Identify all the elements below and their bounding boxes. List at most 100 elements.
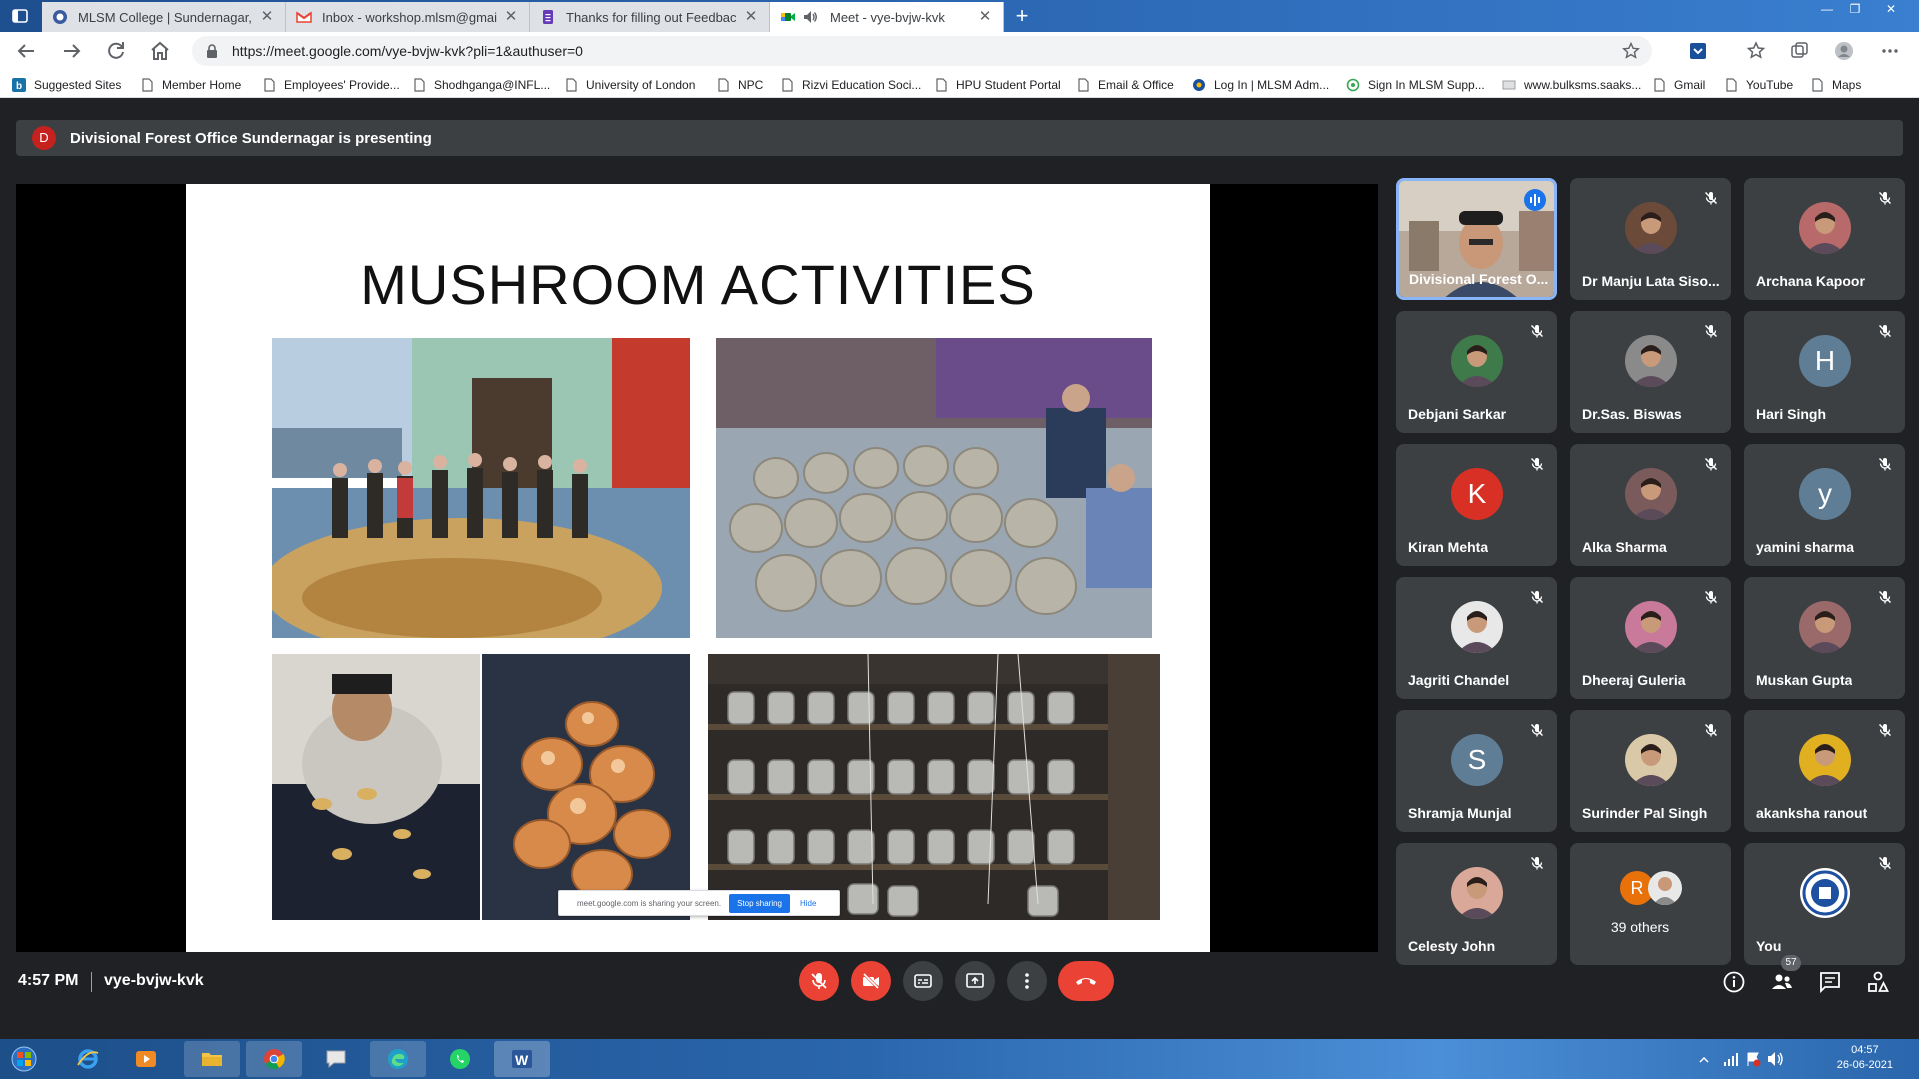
- bookmark-item[interactable]: Rizvi Education Soci...: [780, 76, 921, 94]
- page-icon: [1654, 78, 1665, 92]
- close-tab-icon[interactable]: ✕: [743, 9, 759, 25]
- chat-icon[interactable]: [1818, 970, 1842, 994]
- bookmark-item[interactable]: Sign In MLSM Supp...: [1346, 76, 1485, 94]
- bookmark-item[interactable]: Gmail: [1652, 76, 1705, 94]
- bookmark-suggested-sites[interactable]: b Suggested Sites: [12, 76, 121, 94]
- meeting-controls-bar: 4:57 PM vye-bvjw-kvk 57: [0, 942, 1919, 1038]
- bookmark-item[interactable]: HPU Student Portal: [934, 76, 1061, 94]
- extension-icon[interactable]: [1688, 41, 1708, 61]
- activities-icon[interactable]: [1866, 970, 1890, 994]
- start-button[interactable]: [0, 1041, 48, 1077]
- hang-up-icon: [1076, 978, 1096, 985]
- tab-mlsm-college[interactable]: MLSM College | Sundernagar, M ✕: [42, 2, 286, 32]
- camera-off-button[interactable]: [851, 961, 891, 1001]
- participant-tile[interactable]: Divisional Forest O...: [1396, 178, 1557, 300]
- close-tab-icon[interactable]: ✕: [977, 9, 993, 25]
- close-tab-icon[interactable]: ✕: [259, 9, 275, 25]
- forward-icon[interactable]: [60, 39, 84, 63]
- bookmark-item[interactable]: Shodhganga@INFL...: [412, 76, 550, 94]
- reload-icon[interactable]: [104, 39, 128, 63]
- participant-tile[interactable]: Dr Manju Lata Siso...: [1570, 178, 1731, 300]
- edge-icon: [388, 1049, 408, 1069]
- captions-button[interactable]: [903, 961, 943, 1001]
- show-hidden-icons-icon[interactable]: [1699, 1055, 1709, 1065]
- tab-gmail-inbox[interactable]: Inbox - workshop.mlsm@gmail.c ✕: [286, 2, 530, 32]
- close-tab-icon[interactable]: ✕: [503, 9, 519, 25]
- taskbar-clock[interactable]: 04:57 26-06-2021: [1837, 1043, 1893, 1073]
- leave-call-button[interactable]: [1058, 961, 1114, 1001]
- tab-actions-icon[interactable]: [12, 8, 28, 24]
- minimize-window-button[interactable]: —: [1814, 0, 1840, 18]
- taskbar-media-player[interactable]: [118, 1041, 174, 1077]
- tab-title: MLSM College | Sundernagar, M: [78, 9, 253, 25]
- favorites-icon[interactable]: [1746, 41, 1766, 61]
- hide-notice-button[interactable]: Hide: [800, 899, 816, 908]
- bookmark-item[interactable]: Maps: [1810, 76, 1861, 94]
- participant-initial-avatar: H: [1799, 335, 1851, 387]
- more-vertical-icon: [1025, 973, 1029, 989]
- meeting-details-icon[interactable]: [1722, 970, 1746, 994]
- meet-stage: D Divisional Forest Office Sundernagar i…: [0, 98, 1919, 1039]
- participant-tile[interactable]: K Kiran Mehta: [1396, 444, 1557, 566]
- volume-icon[interactable]: [1767, 1051, 1785, 1067]
- taskbar-whatsapp[interactable]: [432, 1041, 488, 1077]
- participant-name: Kiran Mehta: [1408, 539, 1489, 555]
- present-screen-icon: [966, 973, 984, 988]
- back-icon[interactable]: [14, 39, 38, 63]
- participant-tile[interactable]: Dr.Sas. Biswas: [1570, 311, 1731, 433]
- participant-tile[interactable]: akanksha ranout: [1744, 710, 1905, 832]
- bookmark-item[interactable]: Log In | MLSM Adm...: [1192, 76, 1329, 94]
- meeting-code: vye-bvjw-kvk: [104, 972, 204, 989]
- more-options-button[interactable]: [1007, 961, 1047, 1001]
- participant-tile[interactable]: S Shramja Munjal: [1396, 710, 1557, 832]
- tab-feedback-form[interactable]: Thanks for filling out Feedback f ✕: [530, 2, 770, 32]
- tab-title: Inbox - workshop.mlsm@gmail.c: [322, 9, 497, 25]
- microphone-off-button[interactable]: [799, 961, 839, 1001]
- camera-off-icon: [862, 972, 880, 990]
- bookmark-item[interactable]: www.bulksms.saaks...: [1502, 76, 1641, 94]
- taskbar-chrome[interactable]: [246, 1041, 302, 1077]
- participant-tile[interactable]: Debjani Sarkar: [1396, 311, 1557, 433]
- participant-tile[interactable]: y yamini sharma: [1744, 444, 1905, 566]
- bookmark-item[interactable]: YouTube: [1724, 76, 1793, 94]
- close-window-button[interactable]: ✕: [1878, 0, 1904, 18]
- internet-explorer-icon: [77, 1049, 99, 1069]
- taskbar-chat-app[interactable]: [308, 1041, 364, 1077]
- address-bar[interactable]: https://meet.google.com/vye-bvjw-kvk?pli…: [192, 36, 1652, 66]
- bookmark-item[interactable]: Member Home: [140, 76, 241, 94]
- participant-tile[interactable]: H Hari Singh: [1744, 311, 1905, 433]
- page-icon: [414, 78, 425, 92]
- participant-tile[interactable]: Surinder Pal Singh: [1570, 710, 1731, 832]
- add-bookmark-star-icon[interactable]: [1622, 42, 1640, 60]
- tab-meet[interactable]: Meet - vye-bvjw-kvk ✕: [770, 2, 1004, 32]
- collections-icon[interactable]: [1790, 41, 1810, 61]
- participant-tile[interactable]: Dheeraj Guleria: [1570, 577, 1731, 699]
- participant-tile[interactable]: Jagriti Chandel: [1396, 577, 1557, 699]
- page-icon: [1812, 78, 1823, 92]
- tab-audio-playing-icon[interactable]: [802, 9, 818, 25]
- bookmark-item[interactable]: Employees' Provide...: [262, 76, 400, 94]
- bookmark-item[interactable]: Email & Office: [1076, 76, 1174, 94]
- participant-tile[interactable]: Archana Kapoor: [1744, 178, 1905, 300]
- participant-name: Archana Kapoor: [1756, 273, 1865, 289]
- shared-screen: MUSHROOM ACTIVITIES meet.google.com is s…: [16, 184, 1378, 952]
- taskbar-internet-explorer[interactable]: [60, 1041, 116, 1077]
- taskbar-edge[interactable]: [370, 1041, 426, 1077]
- lock-icon[interactable]: [204, 43, 220, 59]
- participant-tile[interactable]: Alka Sharma: [1570, 444, 1731, 566]
- profile-avatar-icon[interactable]: [1834, 41, 1854, 61]
- participant-tile[interactable]: Muskan Gupta: [1744, 577, 1905, 699]
- taskbar-file-explorer[interactable]: [184, 1041, 240, 1077]
- more-menu-icon[interactable]: [1880, 41, 1900, 61]
- network-signal-icon[interactable]: [1723, 1053, 1739, 1067]
- home-icon[interactable]: [148, 39, 172, 63]
- taskbar-word[interactable]: W: [494, 1041, 550, 1077]
- people-icon[interactable]: [1770, 970, 1794, 994]
- stop-sharing-button[interactable]: Stop sharing: [729, 893, 790, 913]
- bookmark-item[interactable]: NPC: [716, 76, 763, 94]
- maximize-window-button[interactable]: ❐: [1842, 0, 1868, 18]
- action-center-flag-icon[interactable]: [1745, 1051, 1761, 1067]
- present-now-button[interactable]: [955, 961, 995, 1001]
- new-tab-button[interactable]: +: [1005, 4, 1039, 30]
- bookmark-item[interactable]: University of London: [564, 76, 695, 94]
